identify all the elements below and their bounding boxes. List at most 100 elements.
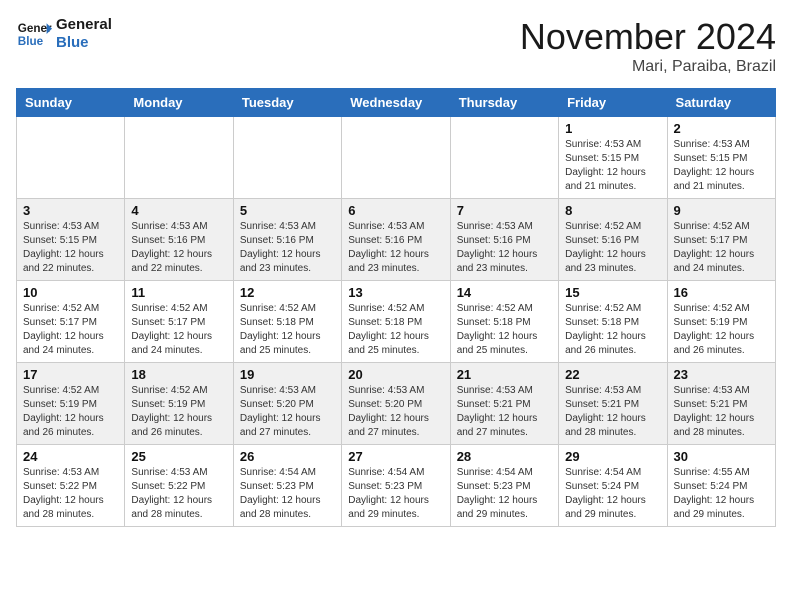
calendar-cell: 27Sunrise: 4:54 AM Sunset: 5:23 PM Dayli… <box>342 445 450 527</box>
day-info: Sunrise: 4:52 AM Sunset: 5:18 PM Dayligh… <box>348 302 443 358</box>
weekday-header-friday: Friday <box>559 89 667 117</box>
day-info: Sunrise: 4:53 AM Sunset: 5:22 PM Dayligh… <box>23 466 118 522</box>
calendar-cell: 6 Sunrise: 4:53 AM Sunset: 5:16 PM Daylig… <box>342 199 450 281</box>
weekday-header-row: SundayMondayTuesdayWednesdayThursdayFrid… <box>17 89 776 117</box>
calendar-cell: 13 Sunrise: 4:52 AM Sunset: 5:18 PM Dayli… <box>342 281 450 363</box>
day-number: 7 <box>457 203 552 218</box>
day-info: Sunrise: 4:52 AM Sunset: 5:18 PM Dayligh… <box>240 302 335 358</box>
calendar-cell <box>125 117 233 199</box>
calendar-cell: 23Sunrise: 4:53 AM Sunset: 5:21 PM Dayli… <box>667 363 775 445</box>
day-number: 18 <box>131 367 226 382</box>
calendar-table: SundayMondayTuesdayWednesdayThursdayFrid… <box>16 88 776 527</box>
calendar-cell: 12 Sunrise: 4:52 AM Sunset: 5:18 PM Dayli… <box>233 281 341 363</box>
day-number: 19 <box>240 367 335 382</box>
day-number: 20 <box>348 367 443 382</box>
calendar-cell: 22Sunrise: 4:53 AM Sunset: 5:21 PM Dayli… <box>559 363 667 445</box>
day-number: 2 <box>674 121 769 136</box>
calendar-cell <box>450 117 558 199</box>
day-number: 10 <box>23 285 118 300</box>
day-number: 6 <box>348 203 443 218</box>
calendar-week-row: 1 Sunrise: 4:53 AM Sunset: 5:15 PM Daylig… <box>17 117 776 199</box>
day-number: 21 <box>457 367 552 382</box>
weekday-header-saturday: Saturday <box>667 89 775 117</box>
day-info: Sunrise: 4:53 AM Sunset: 5:20 PM Dayligh… <box>348 384 443 440</box>
day-info: Sunrise: 4:55 AM Sunset: 5:24 PM Dayligh… <box>674 466 769 522</box>
day-info: Sunrise: 4:54 AM Sunset: 5:23 PM Dayligh… <box>457 466 552 522</box>
calendar-cell: 14 Sunrise: 4:52 AM Sunset: 5:18 PM Dayli… <box>450 281 558 363</box>
calendar-cell: 8 Sunrise: 4:52 AM Sunset: 5:16 PM Daylig… <box>559 199 667 281</box>
day-number: 28 <box>457 449 552 464</box>
page-header: General Blue General Blue November 2024 … <box>16 16 776 76</box>
day-info: Sunrise: 4:52 AM Sunset: 5:19 PM Dayligh… <box>131 384 226 440</box>
calendar-cell: 25Sunrise: 4:53 AM Sunset: 5:22 PM Dayli… <box>125 445 233 527</box>
logo-text-line2: Blue <box>56 34 112 52</box>
calendar-cell: 19Sunrise: 4:53 AM Sunset: 5:20 PM Dayli… <box>233 363 341 445</box>
day-number: 27 <box>348 449 443 464</box>
day-number: 12 <box>240 285 335 300</box>
day-info: Sunrise: 4:52 AM Sunset: 5:19 PM Dayligh… <box>674 302 769 358</box>
day-number: 23 <box>674 367 769 382</box>
day-info: Sunrise: 4:52 AM Sunset: 5:16 PM Dayligh… <box>565 220 660 276</box>
day-number: 26 <box>240 449 335 464</box>
day-number: 15 <box>565 285 660 300</box>
day-number: 29 <box>565 449 660 464</box>
weekday-header-monday: Monday <box>125 89 233 117</box>
calendar-cell: 10 Sunrise: 4:52 AM Sunset: 5:17 PM Dayli… <box>17 281 125 363</box>
weekday-header-sunday: Sunday <box>17 89 125 117</box>
weekday-header-tuesday: Tuesday <box>233 89 341 117</box>
calendar-cell: 24 Sunrise: 4:53 AM Sunset: 5:22 PM Dayli… <box>17 445 125 527</box>
day-number: 30 <box>674 449 769 464</box>
calendar-week-row: 3Sunrise: 4:53 AM Sunset: 5:15 PM Daylig… <box>17 199 776 281</box>
title-block: November 2024 Mari, Paraiba, Brazil <box>520 16 776 76</box>
calendar-cell: 5 Sunrise: 4:53 AM Sunset: 5:16 PM Daylig… <box>233 199 341 281</box>
calendar-cell: 3Sunrise: 4:53 AM Sunset: 5:15 PM Daylig… <box>17 199 125 281</box>
calendar-week-row: 10 Sunrise: 4:52 AM Sunset: 5:17 PM Dayli… <box>17 281 776 363</box>
calendar-cell <box>342 117 450 199</box>
day-number: 17 <box>23 367 118 382</box>
day-number: 11 <box>131 285 226 300</box>
calendar-cell: 15 Sunrise: 4:52 AM Sunset: 5:18 PM Dayli… <box>559 281 667 363</box>
calendar-cell: 4 Sunrise: 4:53 AM Sunset: 5:16 PM Daylig… <box>125 199 233 281</box>
day-info: Sunrise: 4:54 AM Sunset: 5:24 PM Dayligh… <box>565 466 660 522</box>
calendar-cell: 7 Sunrise: 4:53 AM Sunset: 5:16 PM Daylig… <box>450 199 558 281</box>
day-number: 8 <box>565 203 660 218</box>
day-info: Sunrise: 4:52 AM Sunset: 5:17 PM Dayligh… <box>23 302 118 358</box>
calendar-cell: 9Sunrise: 4:52 AM Sunset: 5:17 PM Daylig… <box>667 199 775 281</box>
calendar-cell: 29 Sunrise: 4:54 AM Sunset: 5:24 PM Dayli… <box>559 445 667 527</box>
day-number: 14 <box>457 285 552 300</box>
calendar-cell <box>17 117 125 199</box>
day-number: 1 <box>565 121 660 136</box>
day-info: Sunrise: 4:52 AM Sunset: 5:17 PM Dayligh… <box>674 220 769 276</box>
day-number: 16 <box>674 285 769 300</box>
day-number: 13 <box>348 285 443 300</box>
day-number: 25 <box>131 449 226 464</box>
day-info: Sunrise: 4:53 AM Sunset: 5:16 PM Dayligh… <box>457 220 552 276</box>
day-number: 5 <box>240 203 335 218</box>
day-info: Sunrise: 4:53 AM Sunset: 5:16 PM Dayligh… <box>131 220 226 276</box>
calendar-cell: 2 Sunrise: 4:53 AM Sunset: 5:15 PM Daylig… <box>667 117 775 199</box>
day-number: 3 <box>23 203 118 218</box>
calendar-cell: 1 Sunrise: 4:53 AM Sunset: 5:15 PM Daylig… <box>559 117 667 199</box>
logo: General Blue General Blue <box>16 16 112 52</box>
calendar-cell: 16 Sunrise: 4:52 AM Sunset: 5:19 PM Dayli… <box>667 281 775 363</box>
day-number: 24 <box>23 449 118 464</box>
day-info: Sunrise: 4:53 AM Sunset: 5:15 PM Dayligh… <box>674 138 769 194</box>
day-info: Sunrise: 4:53 AM Sunset: 5:21 PM Dayligh… <box>457 384 552 440</box>
day-info: Sunrise: 4:52 AM Sunset: 5:19 PM Dayligh… <box>23 384 118 440</box>
day-info: Sunrise: 4:54 AM Sunset: 5:23 PM Dayligh… <box>240 466 335 522</box>
calendar-cell: 28 Sunrise: 4:54 AM Sunset: 5:23 PM Dayli… <box>450 445 558 527</box>
day-info: Sunrise: 4:53 AM Sunset: 5:16 PM Dayligh… <box>348 220 443 276</box>
day-info: Sunrise: 4:53 AM Sunset: 5:15 PM Dayligh… <box>565 138 660 194</box>
calendar-cell: 20 Sunrise: 4:53 AM Sunset: 5:20 PM Dayli… <box>342 363 450 445</box>
calendar-cell: 21 Sunrise: 4:53 AM Sunset: 5:21 PM Dayli… <box>450 363 558 445</box>
calendar-cell: 17 Sunrise: 4:52 AM Sunset: 5:19 PM Dayli… <box>17 363 125 445</box>
day-number: 22 <box>565 367 660 382</box>
day-info: Sunrise: 4:52 AM Sunset: 5:18 PM Dayligh… <box>565 302 660 358</box>
day-number: 4 <box>131 203 226 218</box>
calendar-cell: 18 Sunrise: 4:52 AM Sunset: 5:19 PM Dayli… <box>125 363 233 445</box>
day-info: Sunrise: 4:53 AM Sunset: 5:16 PM Dayligh… <box>240 220 335 276</box>
calendar-cell: 26 Sunrise: 4:54 AM Sunset: 5:23 PM Dayli… <box>233 445 341 527</box>
svg-text:Blue: Blue <box>18 35 44 48</box>
day-info: Sunrise: 4:52 AM Sunset: 5:18 PM Dayligh… <box>457 302 552 358</box>
weekday-header-thursday: Thursday <box>450 89 558 117</box>
